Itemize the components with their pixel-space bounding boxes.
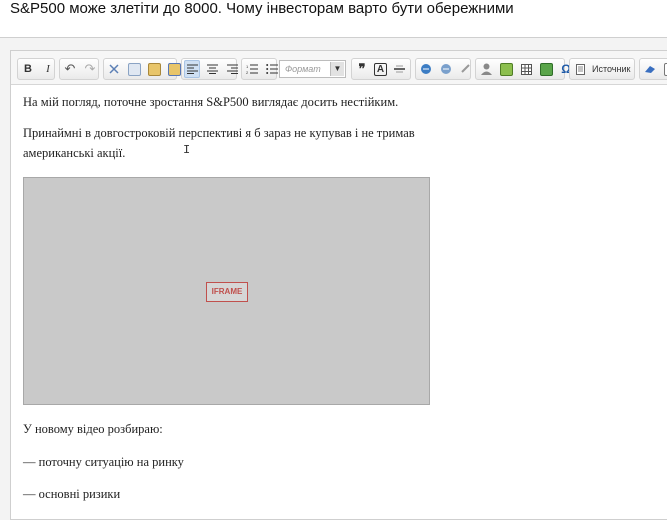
user-icon[interactable]	[478, 60, 494, 78]
align-left-icon[interactable]	[184, 60, 200, 78]
toolbar-group-text: ❞ A	[351, 58, 411, 80]
toolbar-group-history: ↶ ↷	[59, 58, 99, 80]
toolbar-group-align	[181, 58, 240, 80]
image-icon[interactable]	[498, 60, 514, 78]
bold-button[interactable]: B	[20, 60, 36, 78]
redo-icon[interactable]: ↷	[82, 60, 98, 78]
iframe-label: IFRAME	[206, 282, 248, 302]
blockquote-icon[interactable]: ❞	[354, 60, 370, 78]
toolbar-group-source: Источник	[569, 58, 635, 80]
align-right-icon[interactable]	[224, 60, 240, 78]
paragraph-5: — основні ризики	[23, 487, 121, 501]
toolbar-group-lists: 12	[241, 58, 280, 80]
paragraph-1: На мій погляд, поточне зростання S&P500 …	[23, 95, 399, 109]
copy-icon[interactable]	[126, 60, 142, 78]
text-color-icon[interactable]: A	[374, 62, 387, 76]
iframe-placeholder[interactable]: IFRAME	[23, 177, 430, 405]
paragraph-2-line-2: американські акції.	[23, 146, 126, 160]
numbered-list-icon[interactable]: 12	[244, 60, 260, 78]
chevron-down-icon: ▼	[330, 62, 344, 76]
post-title-input[interactable]: S&P500 може злетіти до 8000. Чому інвест…	[0, 0, 667, 38]
anchor-icon[interactable]	[418, 60, 434, 78]
eraser-icon[interactable]	[642, 60, 658, 78]
undo-icon[interactable]: ↶	[62, 60, 78, 78]
post-title-text: S&P500 може злетіти до 8000. Чому інвест…	[10, 0, 514, 17]
rich-text-editor[interactable]: B I ↶ ↷ 12 Формат ▼ ❞ A Ω Источник На мі…	[10, 50, 667, 520]
toolbar-group-basic: B I	[17, 58, 55, 80]
editor-toolbar: B I ↶ ↷ 12 Формат ▼ ❞ A Ω Источник	[11, 51, 667, 85]
paste-icon[interactable]	[146, 60, 162, 78]
toolbar-group-clipboard	[103, 58, 181, 80]
unlink-icon[interactable]	[458, 60, 474, 78]
toolbar-group-insert: Ω	[475, 58, 571, 80]
svg-text:1: 1	[246, 64, 249, 69]
text-cursor: I	[183, 143, 191, 157]
paragraph-3: У новому відео розбираю:	[23, 422, 163, 436]
cut-icon[interactable]	[106, 60, 122, 78]
toolbar-group-links	[415, 58, 471, 80]
paragraph-4: — поточну ситуацію на ринку	[23, 455, 184, 469]
horizontal-line-icon[interactable]	[391, 60, 407, 78]
source-icon[interactable]	[572, 60, 588, 78]
format-placeholder: Формат	[285, 64, 321, 74]
format-dropdown[interactable]: Формат ▼	[279, 60, 346, 78]
table-icon[interactable]	[518, 60, 534, 78]
paste-from-word-icon[interactable]	[166, 60, 182, 78]
template-icon[interactable]	[662, 60, 667, 78]
source-button[interactable]: Источник	[592, 60, 630, 78]
paragraph-2-line-1: Принаймні в довгостроковій перспективі я…	[23, 126, 415, 140]
svg-text:2: 2	[246, 70, 249, 74]
media-icon[interactable]	[538, 60, 554, 78]
toolbar-group-misc	[639, 58, 667, 80]
link-icon[interactable]	[438, 60, 454, 78]
bulleted-list-icon[interactable]	[264, 60, 280, 78]
italic-button[interactable]: I	[40, 60, 56, 78]
align-center-icon[interactable]	[204, 60, 220, 78]
